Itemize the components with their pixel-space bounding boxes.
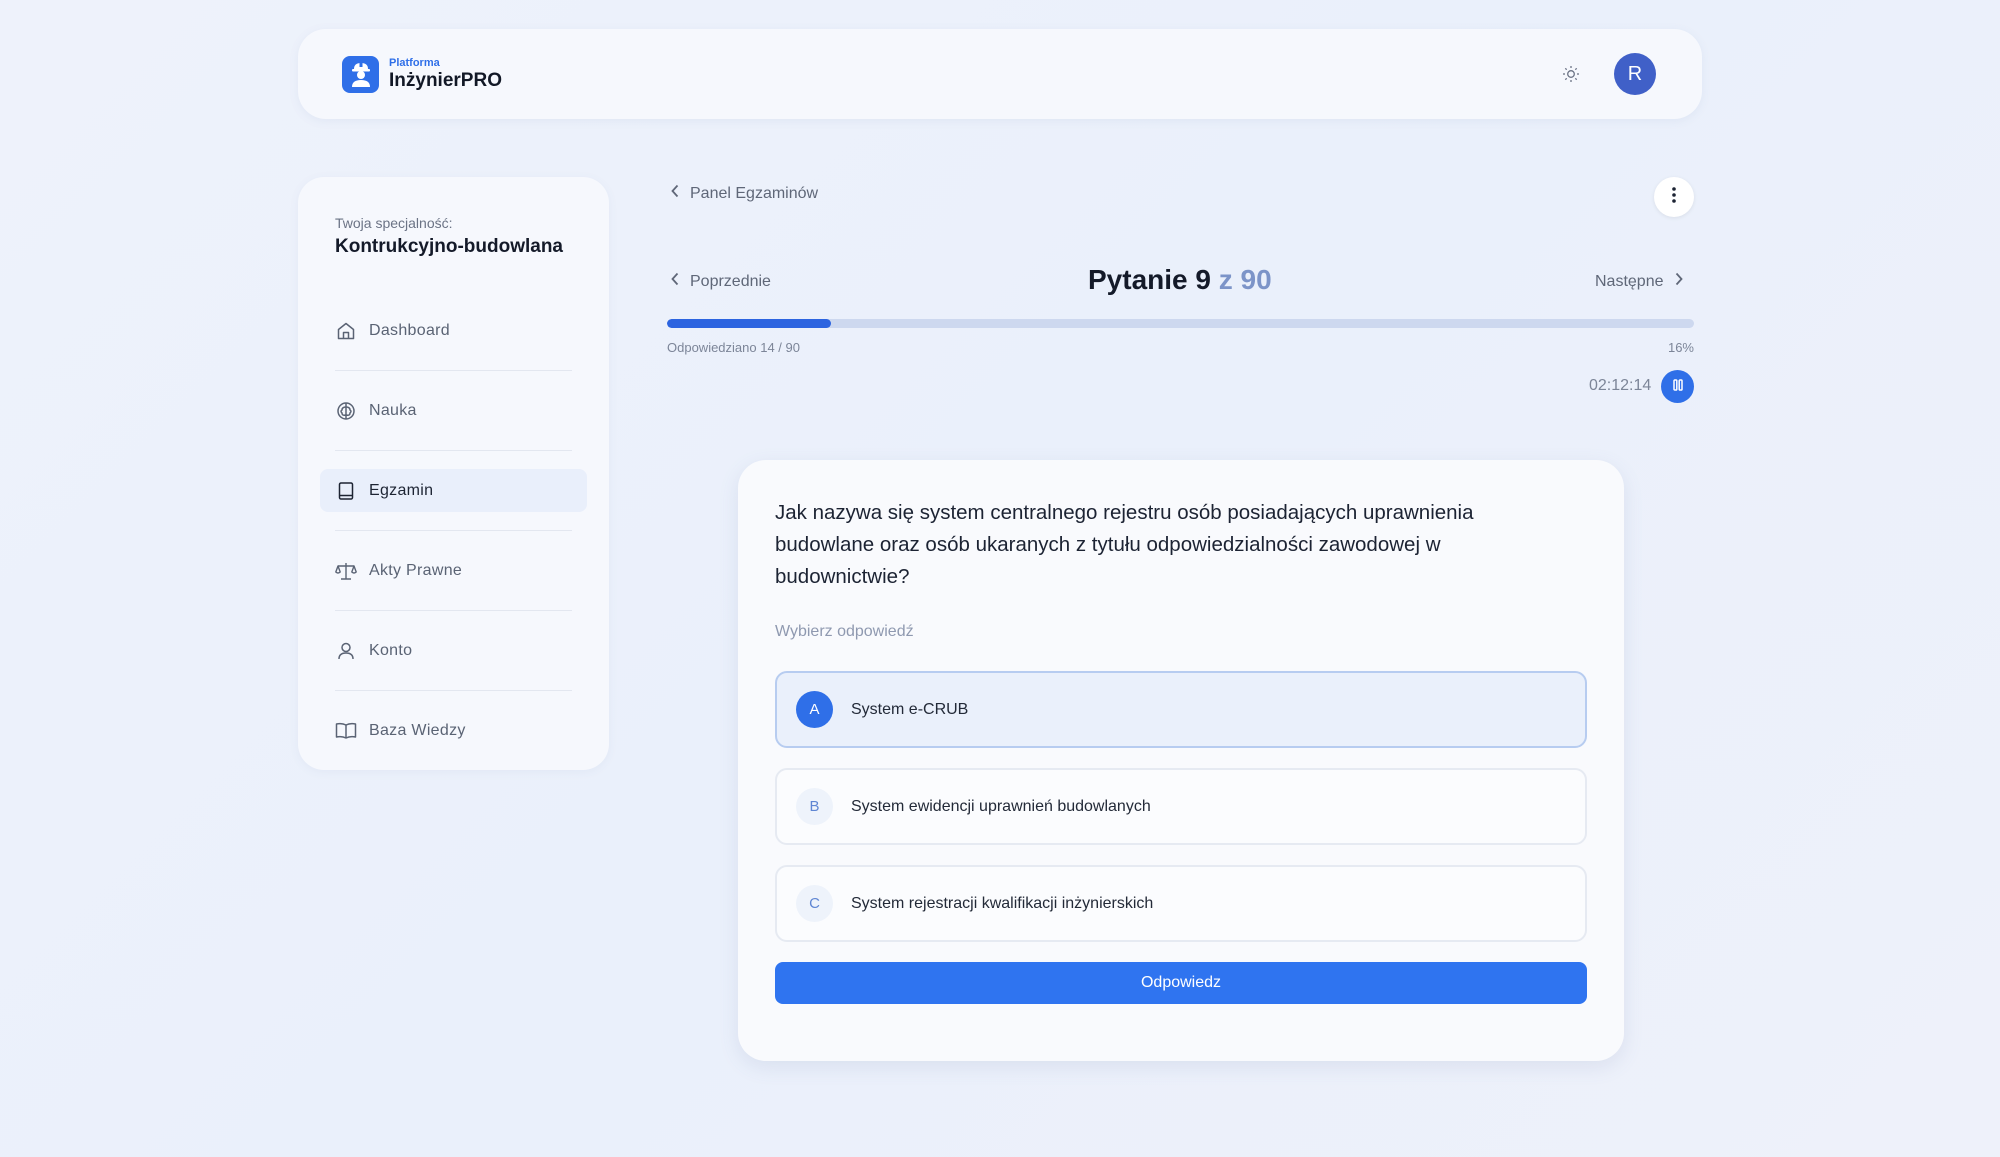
specialty-label: Twoja specjalność: xyxy=(335,215,453,231)
next-label: Następne xyxy=(1595,272,1664,290)
answer-option-a[interactable]: A System e-CRUB xyxy=(775,671,1587,748)
question-number: Pytanie 9 xyxy=(1088,264,1211,295)
sidebar-item-label: Akty Prawne xyxy=(369,561,463,579)
specialty-value: Kontrukcyjno-budowlana xyxy=(335,236,563,257)
sidebar-item-dashboard[interactable]: Dashboard xyxy=(335,291,572,371)
back-link-label: Panel Egzaminów xyxy=(690,184,819,202)
answered-count: Odpowiedziano 14 / 90 xyxy=(667,340,800,355)
sidebar-item-label: Baza Wiedzy xyxy=(369,722,466,739)
pick-answer-label: Wybierz odpowiedź xyxy=(775,623,914,640)
logo-small-text: Platforma xyxy=(389,57,440,69)
option-text: System e-CRUB xyxy=(851,700,969,718)
sidebar-item-egzamin[interactable]: Egzamin xyxy=(320,451,587,531)
back-to-exam-panel-link[interactable]: Panel Egzaminów xyxy=(670,184,818,203)
open-book-icon xyxy=(335,720,357,742)
sidebar-item-label: Dashboard xyxy=(369,321,450,339)
next-question-button[interactable]: Następne xyxy=(1595,272,1684,291)
chevron-right-icon xyxy=(1674,272,1684,291)
sidebar-item-label: Nauka xyxy=(369,401,417,419)
user-icon xyxy=(335,640,357,662)
question-card: Jak nazywa się system centralnego rejest… xyxy=(738,460,1624,1061)
sun-icon[interactable] xyxy=(1558,61,1584,87)
question-number-title: Pytanie 9 z 90 xyxy=(1088,264,1272,296)
engineer-icon xyxy=(342,55,379,93)
more-vertical-icon xyxy=(1672,186,1676,208)
option-text: System rejestracji kwalifikacji inżynier… xyxy=(851,894,1154,912)
sidebar-item-nauka[interactable]: Nauka xyxy=(335,371,572,451)
question-total: z 90 xyxy=(1218,264,1272,295)
sidebar: Twoja specjalność: Kontrukcyjno-budowlan… xyxy=(298,177,609,770)
option-letter: B xyxy=(796,788,833,825)
option-letter: C xyxy=(796,885,833,922)
option-text: System ewidencji uprawnień budowlanych xyxy=(851,797,1151,815)
sidebar-item-label: Egzamin xyxy=(369,481,434,499)
scale-icon xyxy=(335,560,357,582)
book-icon xyxy=(335,480,357,502)
progress-bar xyxy=(667,319,1694,328)
pause-icon xyxy=(1672,378,1683,396)
previous-label: Poprzednie xyxy=(690,272,771,290)
option-letter: A xyxy=(796,691,833,728)
answer-option-c[interactable]: C System rejestracji kwalifikacji inżyni… xyxy=(775,865,1587,942)
question-text: Jak nazywa się system centralnego rejest… xyxy=(775,501,1474,588)
sidebar-item-konto[interactable]: Konto xyxy=(335,611,572,691)
avatar[interactable]: R xyxy=(1614,53,1656,95)
answer-option-b[interactable]: B System ewidencji uprawnień budowlanych xyxy=(775,768,1587,845)
sidebar-item-label: Konto xyxy=(369,641,413,659)
previous-question-button[interactable]: Poprzednie xyxy=(670,272,771,291)
progress-bar-fill xyxy=(667,319,832,328)
sidebar-item-baza-wiedzy[interactable]: Baza Wiedzy xyxy=(335,691,572,771)
brain-icon xyxy=(335,400,357,422)
progress-percent: 16% xyxy=(1667,340,1694,355)
submit-answer-button[interactable]: Odpowiedz xyxy=(775,962,1587,1004)
logo[interactable]: Platforma InżynierPRO xyxy=(342,55,502,93)
home-icon xyxy=(335,320,357,342)
more-options-button[interactable] xyxy=(1654,177,1694,217)
logo-title: InżynierPRO xyxy=(389,70,502,91)
chevron-left-icon xyxy=(670,184,680,203)
pause-button[interactable] xyxy=(1661,370,1694,403)
sidebar-item-akty-prawne[interactable]: Akty Prawne xyxy=(335,531,572,611)
exam-timer: 02:12:14 xyxy=(1589,377,1652,394)
top-header: Platforma InżynierPRO R xyxy=(298,29,1702,119)
chevron-left-icon xyxy=(670,272,680,291)
